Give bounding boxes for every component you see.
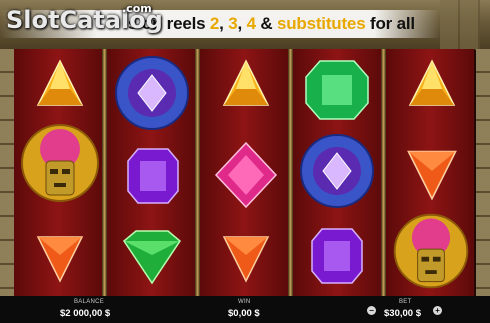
stone-pillar [440,0,480,50]
bottom-bar: BALANCE $2 000,00 $ WIN $0,00 $ − BET $3… [0,296,490,323]
win-label: WIN [238,299,251,305]
orange-triangle-gem-icon [407,150,457,201]
aztec-sun-mask-icon [393,213,469,289]
yellow-triangle-gem-icon [408,59,456,106]
bet-value: $30,00 $ [384,308,421,319]
blue-flower-medallion-icon [115,56,189,130]
win-value: $0,00 $ [228,308,260,319]
pink-diamond-gem-icon [214,141,278,209]
reel-frame-left [0,49,14,296]
purple-rectangle-gem-icon [311,228,363,284]
blue-flower-medallion-icon [300,134,374,208]
green-octagon-gem-icon [305,60,369,120]
watermark-logo: SlotCatalog .com [6,2,163,34]
yellow-triangle-gem-icon [222,59,270,106]
reel-area [14,49,475,296]
orange-triangle-gem-icon [222,236,270,283]
purple-rectangle-gem-icon [127,148,179,204]
bet-increase-button[interactable]: + [433,306,442,315]
balance-label: BALANCE [74,299,105,305]
orange-triangle-gem-icon [36,236,84,283]
green-heart-gem-icon [123,230,181,285]
yellow-triangle-gem-icon [36,59,84,106]
banner-text: s on reels 2, 3, 4 & substitutes for all [128,14,415,33]
reel-frame-right [476,49,490,296]
aztec-sun-mask-icon [21,124,99,202]
bet-decrease-button[interactable]: − [367,306,376,315]
bet-label: BET [399,299,412,305]
balance-value: $2 000,00 $ [60,308,111,319]
